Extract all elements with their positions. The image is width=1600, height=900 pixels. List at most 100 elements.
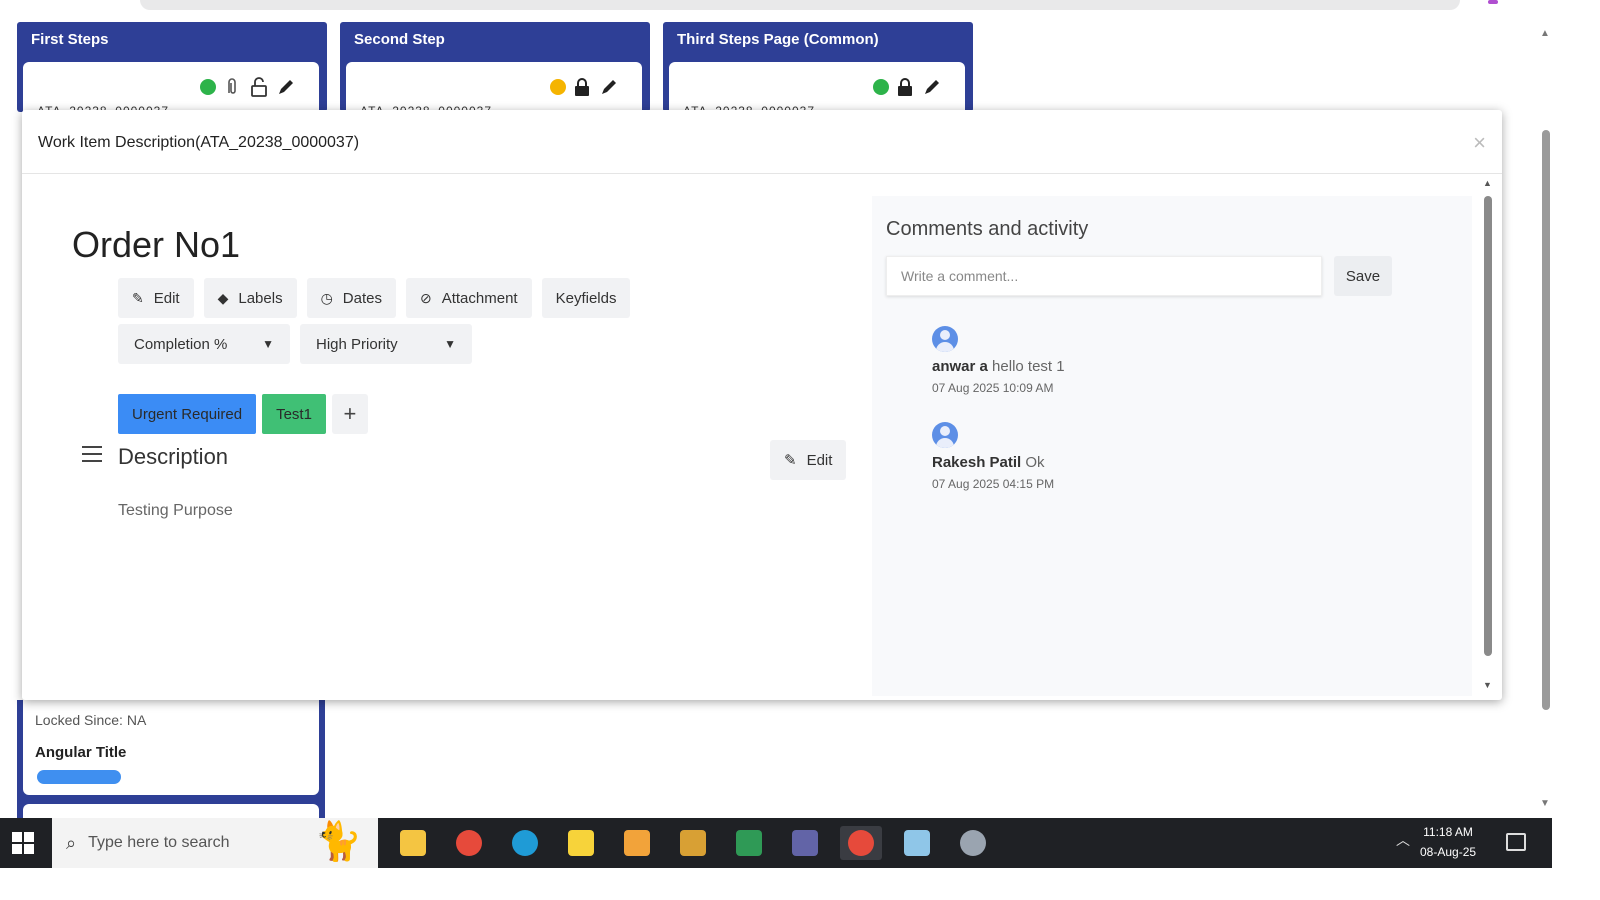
notifications-icon[interactable] [1506,833,1526,851]
search-icon: ⌕ [66,832,77,853]
lock-icon[interactable] [571,76,593,98]
card-icons [200,76,297,98]
details-pane: Order No1 ✎ Edit ◆ Labels ◷ Dates ⊘ Atta… [22,174,872,700]
settings-icon[interactable] [952,826,994,860]
edge-icon[interactable] [504,826,546,860]
card-icons [550,76,620,98]
attachment-label: Attachment [441,289,518,307]
work-item-card[interactable]: Locked Since: NA Angular Title [23,700,319,795]
pencil-icon[interactable] [598,76,620,98]
description-heading: Description [118,444,229,469]
comments-pane: Comments and activity Save anwar a hello… [872,196,1472,696]
lock-icon[interactable] [894,76,916,98]
work-item-modal: Work Item Description(ATA_20238_0000037)… [22,110,1502,700]
paperclip-icon[interactable] [221,76,243,98]
completion-value: Completion % [134,335,228,353]
tray-chevron-icon[interactable]: ︿ [1396,830,1410,850]
comment-line: anwar a hello test 1 [932,358,1065,375]
status-green-icon [200,79,216,95]
comment-line: Rakesh Patil Ok [932,454,1054,471]
chrome-active-icon[interactable] [840,826,882,860]
clock-icon: ◷ [320,289,333,306]
page-scroll-down-icon[interactable]: ▼ [1540,798,1550,809]
column-title: Third Steps Page (Common) [677,31,879,48]
keyfields-button[interactable]: Keyfields [541,278,631,318]
paint-icon[interactable] [672,826,714,860]
cat-illustration-icon: 🐈 [314,821,362,863]
close-icon[interactable]: × [1473,130,1486,156]
clock-time: 11:18 AM [1423,825,1473,839]
unlock-icon[interactable] [248,76,270,98]
labels-label: Labels [238,289,283,307]
clock-date: 08-Aug-25 [1420,845,1477,859]
attachment-button[interactable]: ⊘ Attachment [405,278,532,318]
excel-icon[interactable] [728,826,770,860]
sticky-notes-icon[interactable] [560,826,602,860]
board-column-first-steps-lower: Locked Since: NA Angular Title [17,700,325,824]
comment-author: Rakesh Patil [932,454,1022,471]
edit-icon: ✎ [784,452,797,469]
edit-label: Edit [153,289,180,307]
locked-since-text: Locked Since: NA [35,712,147,728]
order-title: Order No1 [72,224,241,265]
edit-icon: ✎ [132,289,144,306]
taskbar-apps [392,826,994,860]
taskbar-search-placeholder: Type here to search [88,834,230,851]
label-chip-urgent[interactable]: Urgent Required [118,394,257,434]
modal-header: Work Item Description(ATA_20238_0000037)… [22,110,1502,174]
comment-text: Ok [1025,454,1045,471]
pencil-icon[interactable] [275,76,297,98]
tag-icon: ◆ [217,289,229,306]
column-title: First Steps [31,31,109,48]
outlook-icon[interactable] [616,826,658,860]
labels-button[interactable]: ◆ Labels [203,278,297,318]
paperclip-icon: ⊘ [419,289,432,306]
windows-taskbar: ⌕ Type here to search 🐈 ︿ 11:18 AM 08-Au… [0,818,1552,868]
dates-button[interactable]: ◷ Dates [306,278,396,318]
progress-bar [37,770,121,784]
action-toolbar: ✎ Edit ◆ Labels ◷ Dates ⊘ Attachment Key… [118,278,631,318]
label-chip-test[interactable]: Test1 [262,394,326,434]
taskbar-search[interactable]: ⌕ Type here to search 🐈 [52,818,378,868]
chrome-icon[interactable] [448,826,490,860]
page-scroll-up-icon[interactable]: ▲ [1540,28,1550,39]
board-column-first-steps: First Steps ATA_20238_0000037 [17,22,327,122]
modal-title: Work Item Description(ATA_20238_0000037) [38,134,360,151]
status-yellow-icon [550,79,566,95]
teams-icon[interactable] [784,826,826,860]
card-title: Angular Title [35,744,127,761]
board-column-third-steps: Third Steps Page (Common) ATA_20238_0000… [663,22,973,122]
priority-value: High Priority [316,335,398,353]
add-label-button[interactable]: + [331,394,368,434]
system-clock[interactable]: 11:18 AM 08-Aug-25 [1420,822,1476,862]
windows-start-icon[interactable] [12,832,34,854]
label-chips: Urgent Required Test1 + [118,394,368,434]
page: First Steps ATA_20238_0000037 Second Ste… [0,0,1600,900]
modal-scroll-up-icon[interactable]: ▲ [1483,178,1492,188]
comment-timestamp: 07 Aug 2025 10:09 AM [932,381,1054,395]
dates-label: Dates [342,289,382,307]
save-comment-button[interactable]: Save [1334,256,1392,296]
page-scrollbar[interactable] [1542,130,1550,710]
modal-scroll-down-icon[interactable]: ▼ [1483,680,1492,690]
description-icon [82,446,102,467]
file-explorer-icon[interactable] [392,826,434,860]
edit-button[interactable]: ✎ Edit [118,278,194,318]
browser-profile-indicator[interactable] [1488,0,1498,4]
board-column-second-step: Second Step ATA_20238_0000037 [340,22,650,122]
browser-address-strip [140,0,1460,10]
comment-text: hello test 1 [992,358,1065,375]
comment-author: anwar a [932,358,988,375]
description-edit-button[interactable]: ✎ Edit [770,440,847,480]
avatar-icon [932,422,958,448]
notepad-icon[interactable] [896,826,938,860]
select-row: Completion % ▼ High Priority ▼ [118,324,472,364]
card-icons [873,76,943,98]
priority-select[interactable]: High Priority ▼ [300,324,472,364]
comment-input[interactable] [886,256,1322,296]
comment-item: anwar a hello test 1 07 Aug 2025 10:09 A… [932,326,1065,395]
pencil-icon[interactable] [921,76,943,98]
comment-item: Rakesh Patil Ok 07 Aug 2025 04:15 PM [932,422,1054,491]
completion-select[interactable]: Completion % ▼ [118,324,290,364]
modal-scrollbar[interactable] [1484,196,1492,656]
